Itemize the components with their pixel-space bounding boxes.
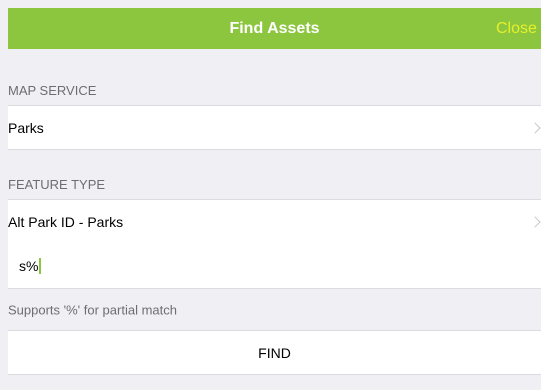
map-service-header: MAP SERVICE xyxy=(8,49,541,105)
text-cursor xyxy=(39,257,41,274)
screen: Find Assets Close MAP SERVICE Parks FEAT… xyxy=(0,0,541,390)
feature-type-header-label: FEATURE TYPE xyxy=(8,177,106,192)
chevron-right-icon xyxy=(529,215,541,228)
search-input-text: s% xyxy=(19,243,41,288)
feature-type-value: Alt Park ID - Parks xyxy=(8,213,124,230)
search-input[interactable]: s% xyxy=(8,243,541,289)
partial-match-hint: Supports '%' for partial match xyxy=(8,289,541,330)
navigation-bar: Find Assets Close xyxy=(8,8,541,49)
close-button[interactable]: Close xyxy=(496,8,537,49)
feature-type-row[interactable]: Alt Park ID - Parks xyxy=(8,199,541,244)
find-button[interactable]: FIND xyxy=(8,330,541,375)
map-service-header-label: MAP SERVICE xyxy=(8,83,97,98)
search-input-value: s% xyxy=(19,257,39,274)
partial-match-hint-text: Supports '%' for partial match xyxy=(8,302,177,317)
nav-title: Find Assets xyxy=(229,20,320,37)
chevron-right-icon xyxy=(529,121,541,134)
form-content: MAP SERVICE Parks FEATURE TYPE Alt Park … xyxy=(8,49,541,390)
map-service-row[interactable]: Parks xyxy=(8,105,541,150)
feature-type-header: FEATURE TYPE xyxy=(8,150,541,199)
map-service-value: Parks xyxy=(8,119,44,136)
